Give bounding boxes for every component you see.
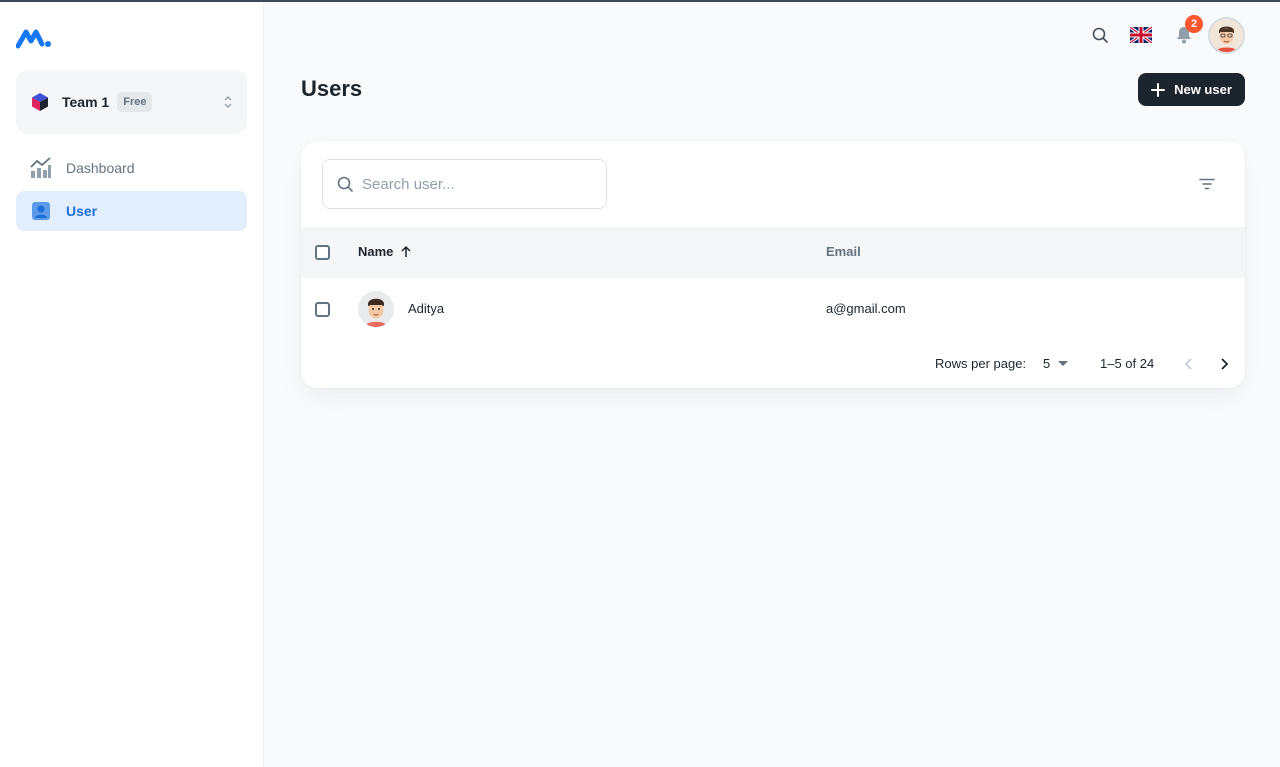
sidebar-item-user[interactable]: User [16, 191, 247, 231]
select-all-checkbox[interactable] [315, 245, 330, 260]
avatar[interactable] [1208, 17, 1245, 54]
chevron-up-down-icon [223, 95, 233, 109]
uk-flag-icon[interactable] [1128, 18, 1154, 52]
page-title: Users [301, 76, 363, 101]
column-label: Name [358, 244, 394, 259]
search-input[interactable] [362, 175, 592, 193]
sidebar-item-label: Dashboard [66, 160, 135, 176]
pagination-range: 1–5 of 24 [1100, 356, 1155, 371]
chevron-right-icon [1221, 358, 1229, 370]
rows-per-page-select[interactable]: 5 [1043, 356, 1069, 371]
chart-icon [30, 157, 52, 179]
user-name: Aditya [408, 301, 445, 316]
column-header-email[interactable]: Email [826, 244, 861, 259]
search-field [322, 159, 607, 209]
team-logo-icon [30, 92, 50, 112]
new-user-label: New user [1174, 82, 1232, 97]
user-email: a@gmail.com [826, 301, 906, 316]
rows-per-page-value: 5 [1043, 356, 1051, 371]
plan-badge: Free [117, 92, 153, 112]
users-table-card: Name Email Aditya a@gmail.com [301, 141, 1245, 388]
notification-badge: 2 [1185, 15, 1203, 33]
table-header: Name Email [301, 227, 1245, 278]
arrow-up-icon [399, 245, 413, 259]
rows-per-page-label: Rows per page: [935, 356, 1027, 371]
sidebar: Team 1 Free Dashboard User [0, 2, 264, 767]
sidebar-item-dashboard[interactable]: Dashboard [16, 148, 247, 188]
caret-down-icon [1058, 361, 1069, 366]
plus-icon [1151, 82, 1166, 97]
filter-icon[interactable] [1197, 174, 1217, 194]
column-header-name[interactable]: Name [358, 244, 413, 259]
avatar [358, 291, 394, 327]
pagination: Rows per page: 5 1–5 of 24 [301, 340, 1245, 388]
team-switcher[interactable]: Team 1 Free [16, 70, 247, 134]
sidebar-item-label: User [66, 203, 98, 219]
new-user-button[interactable]: New user [1138, 73, 1245, 106]
row-checkbox[interactable] [315, 302, 330, 317]
previous-page-button[interactable] [1181, 354, 1197, 374]
app-logo[interactable] [15, 26, 52, 50]
search-icon[interactable] [1088, 18, 1112, 52]
user-icon [30, 200, 52, 222]
search-icon [336, 175, 354, 193]
next-page-button[interactable] [1216, 354, 1232, 374]
table-row[interactable]: Aditya a@gmail.com [301, 278, 1245, 340]
chevron-left-icon [1184, 358, 1192, 370]
team-name: Team 1 [62, 94, 110, 110]
